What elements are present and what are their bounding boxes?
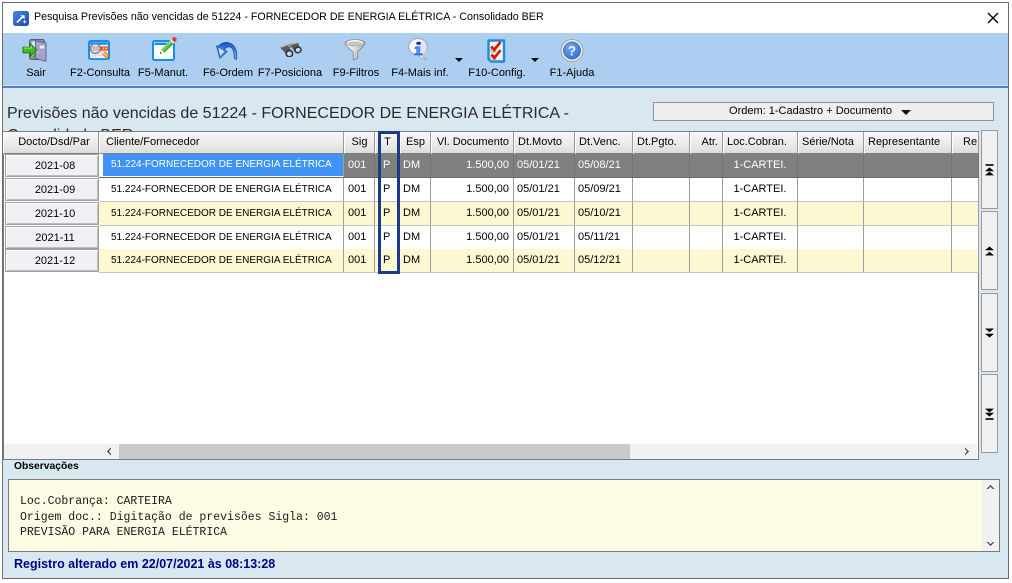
svg-text:?: ? [568, 43, 576, 58]
